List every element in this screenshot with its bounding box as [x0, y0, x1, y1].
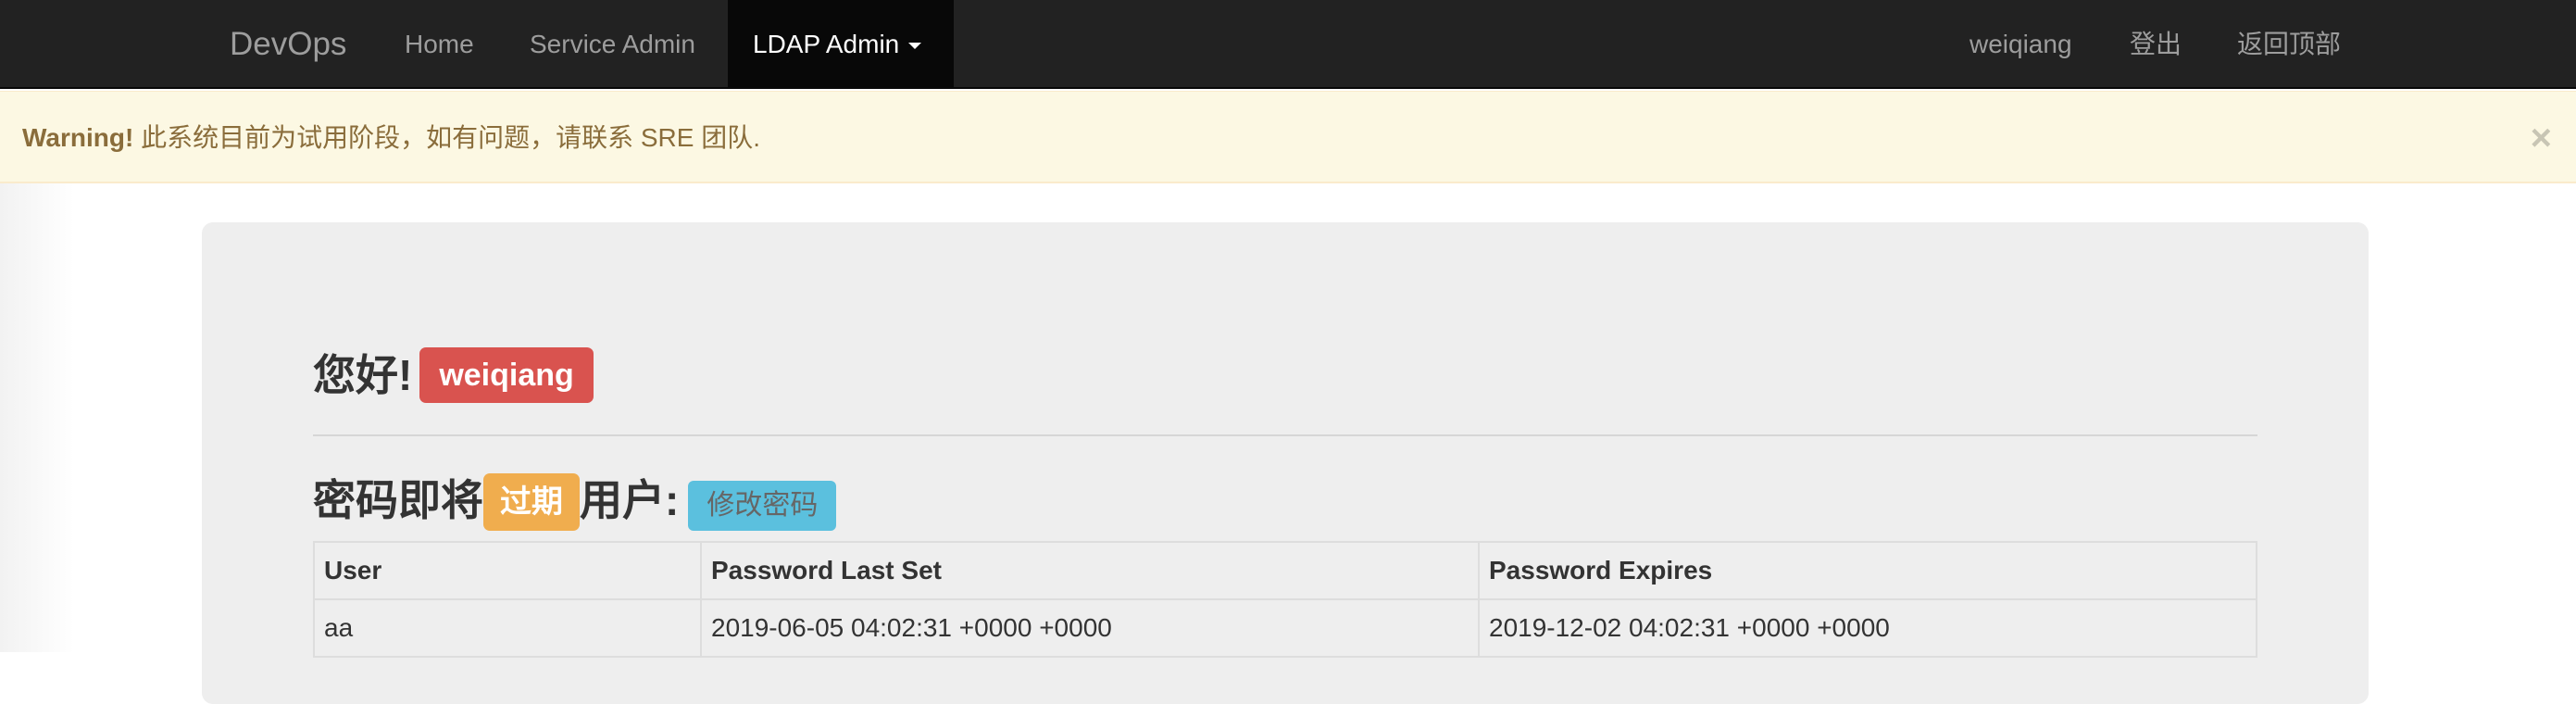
nav-item-service-admin[interactable]: Service Admin: [530, 0, 695, 89]
column-header-password-expires: Password Expires: [1478, 541, 2257, 600]
expiring-users-table: User Password Last Set Password Expires …: [313, 541, 2257, 658]
warning-alert: Warning! 此系统目前为试用阶段，如有问题，请联系 SRE 团队. ×: [0, 91, 2576, 183]
username-badge: weiqiang: [419, 346, 594, 403]
divider: [313, 434, 2257, 436]
navbar-brand[interactable]: DevOps: [230, 0, 346, 89]
expire-text-part2: 用户:: [580, 476, 680, 524]
nav-item-ldap-admin-label: LDAP Admin: [753, 30, 900, 58]
alert-strong-text: Warning!: [22, 123, 134, 152]
nav-item-back-to-top[interactable]: 返回顶部: [2237, 0, 2341, 89]
cell-password-expires: 2019-12-02 04:02:31 +0000 +0000: [1478, 598, 2257, 658]
expire-text-part1: 密码即将: [313, 476, 483, 524]
nav-item-username[interactable]: weiqiang: [1970, 0, 2072, 89]
close-icon[interactable]: ×: [2531, 92, 2552, 184]
table-header-row: User Password Last Set Password Expires: [313, 541, 2257, 600]
expire-badge: 过期: [483, 472, 580, 531]
table-row: aa 2019-06-05 04:02:31 +0000 +0000 2019-…: [313, 598, 2257, 658]
page-left-shade: [0, 183, 74, 652]
change-password-button[interactable]: 修改密码: [688, 480, 837, 531]
caret-down-icon: [908, 43, 922, 50]
nav-item-logout[interactable]: 登出: [2130, 0, 2182, 89]
column-header-password-last-set: Password Last Set: [700, 541, 1480, 600]
cell-password-last-set: 2019-06-05 04:02:31 +0000 +0000: [700, 598, 1480, 658]
alert-message: 此系统目前为试用阶段，如有问题，请联系 SRE 团队.: [141, 123, 760, 152]
cell-user: aa: [313, 598, 702, 658]
greeting-text: 您好!: [313, 351, 413, 399]
column-header-user: User: [313, 541, 702, 600]
top-navbar: DevOps Home Service Admin LDAP Admin wei…: [0, 0, 2576, 89]
expire-heading: 密码即将 过期 用户: 修改密码: [313, 468, 837, 533]
greeting-heading: 您好! weiqiang: [313, 343, 594, 408]
nav-item-home[interactable]: Home: [405, 0, 474, 89]
nav-item-ldap-admin-dropdown[interactable]: LDAP Admin: [728, 0, 954, 89]
